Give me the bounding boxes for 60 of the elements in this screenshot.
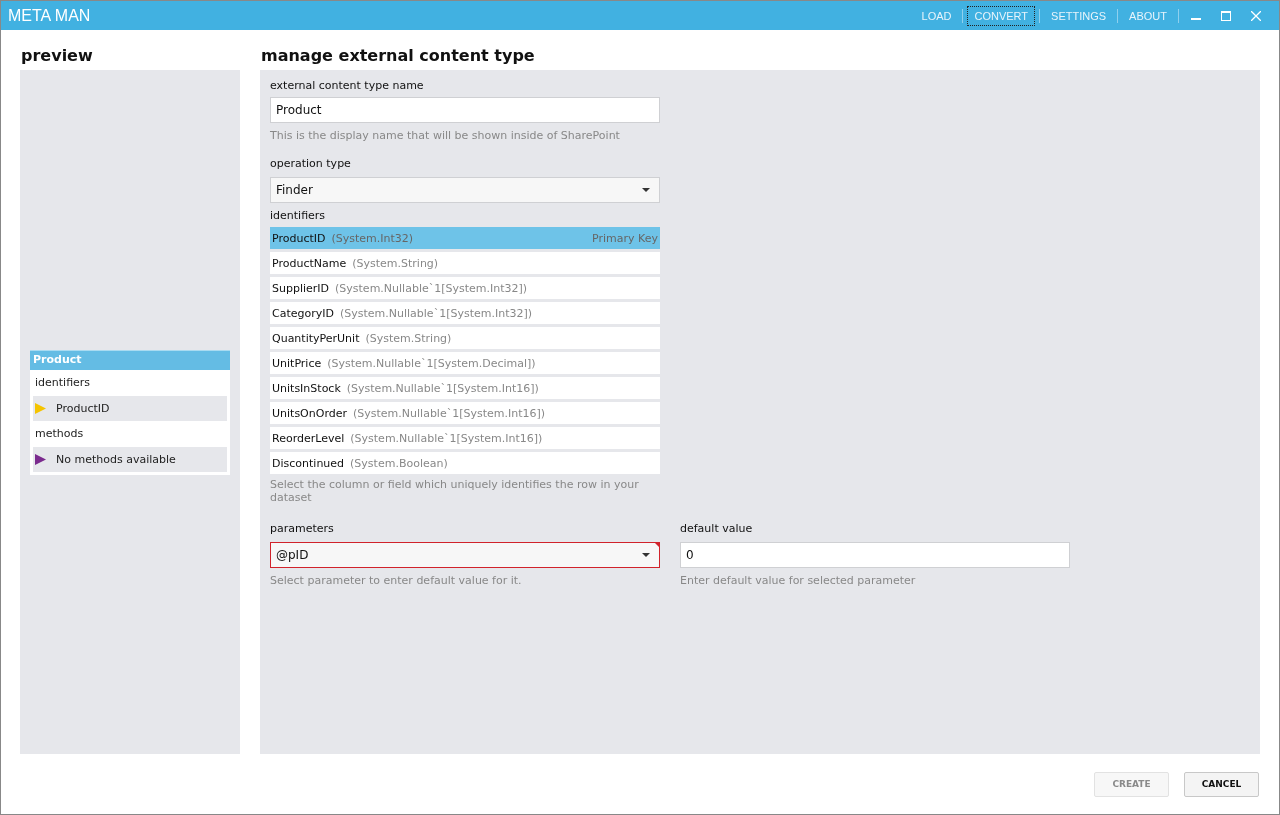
close-icon[interactable] — [1251, 10, 1261, 21]
column-name: ProductName — [272, 256, 347, 270]
column-name: Discontinued — [272, 456, 345, 470]
field-label: operation type — [270, 157, 352, 172]
text-input[interactable]: Product — [270, 97, 660, 123]
column-type: (System.Int32) — [331, 231, 415, 245]
text-input[interactable]: 0 — [680, 542, 1070, 568]
identifier-row[interactable]: UnitPrice (System.Nullable`1[System.Decimal]) — [270, 352, 660, 374]
dropdown-field[interactable]: Finder — [270, 177, 660, 203]
identifier-row[interactable]: Discontinued (System.Boolean) — [270, 452, 660, 474]
window-title: META MAN — [7, 6, 91, 25]
identifier-row[interactable]: ReorderLevel (System.Nullable`1[System.Int16]) — [270, 427, 660, 449]
column-name: CategoryID — [272, 306, 334, 320]
hint-text: Select parameter to enter default value for it. — [270, 574, 523, 588]
column-type: (System.Nullable`1[System.Int32]) — [339, 306, 534, 320]
dropdown-value: @pID — [276, 548, 309, 562]
panel-heading: manage external content type — [260, 45, 536, 67]
hint-text: Select the column or field which uniquely identifies the row in your dataset — [270, 478, 640, 504]
identifier-row[interactable]: UnitsInStock (System.Nullable`1[System.Int16]) — [270, 377, 660, 399]
section-label: methods — [34, 425, 85, 442]
column-name: UnitsInStock — [272, 381, 341, 395]
field-label: parameters — [270, 522, 335, 537]
column-name: UnitPrice — [272, 356, 322, 370]
dropdown-value: Finder — [276, 183, 313, 197]
column-type: (System.String) — [352, 256, 440, 270]
identifier-row[interactable]: QuantityPerUnit (System.String) — [270, 327, 660, 349]
identifier-row[interactable]: CategoryID (System.Nullable`1[System.Int32]) — [270, 302, 660, 324]
column-name: UnitsOnOrder — [272, 406, 347, 420]
caret-icon — [642, 188, 650, 192]
hint-text: Enter default value for selected parameter — [680, 574, 917, 588]
hint-text: This is the display name that will be shown inside of SharePoint — [270, 129, 621, 143]
identifier-row[interactable]: ProductName (System.String) — [270, 252, 660, 274]
column-name: ProductID — [272, 231, 326, 245]
field-label: external content type name — [270, 79, 425, 94]
item-label: ProductID — [56, 401, 110, 415]
column-type: (System.Nullable`1[System.Int32]) — [335, 281, 529, 295]
caret-icon — [642, 553, 650, 557]
identifier-row[interactable]: SupplierID (System.Nullable`1[System.Int32]) — [270, 277, 660, 299]
dropdown-field[interactable]: @pID — [270, 542, 660, 568]
column-type: (System.Nullable`1[System.Int16]) — [346, 381, 540, 395]
action-button[interactable]: CANCEL — [1184, 771, 1259, 797]
panel-heading: preview — [20, 45, 94, 67]
column-type: (System.Nullable`1[System.Decimal]) — [327, 356, 537, 370]
section-label: identifiers — [34, 374, 92, 391]
item-label: No methods available — [56, 452, 176, 466]
error-corner-icon — [654, 542, 660, 548]
column-type: (System.String) — [365, 331, 453, 345]
identifier-row[interactable]: ProductID (System.Int32) Primary Key — [270, 227, 660, 249]
maximize-icon[interactable] — [1221, 10, 1231, 21]
column-type: (System.Boolean) — [350, 456, 449, 470]
column-name: SupplierID — [272, 281, 330, 295]
card-title: Product — [30, 349, 230, 370]
field-label: default value — [680, 522, 754, 537]
field-label: identifiers — [270, 209, 327, 224]
column-name: ReorderLevel — [272, 431, 345, 445]
column-type: (System.Nullable`1[System.Int16]) — [353, 406, 547, 420]
primary-key-label: Primary Key — [592, 231, 658, 245]
column-type: (System.Nullable`1[System.Int16]) — [350, 431, 544, 445]
column-name: QuantityPerUnit — [272, 331, 360, 345]
identifier-row[interactable]: UnitsOnOrder (System.Nullable`1[System.Int16]) — [270, 402, 660, 424]
